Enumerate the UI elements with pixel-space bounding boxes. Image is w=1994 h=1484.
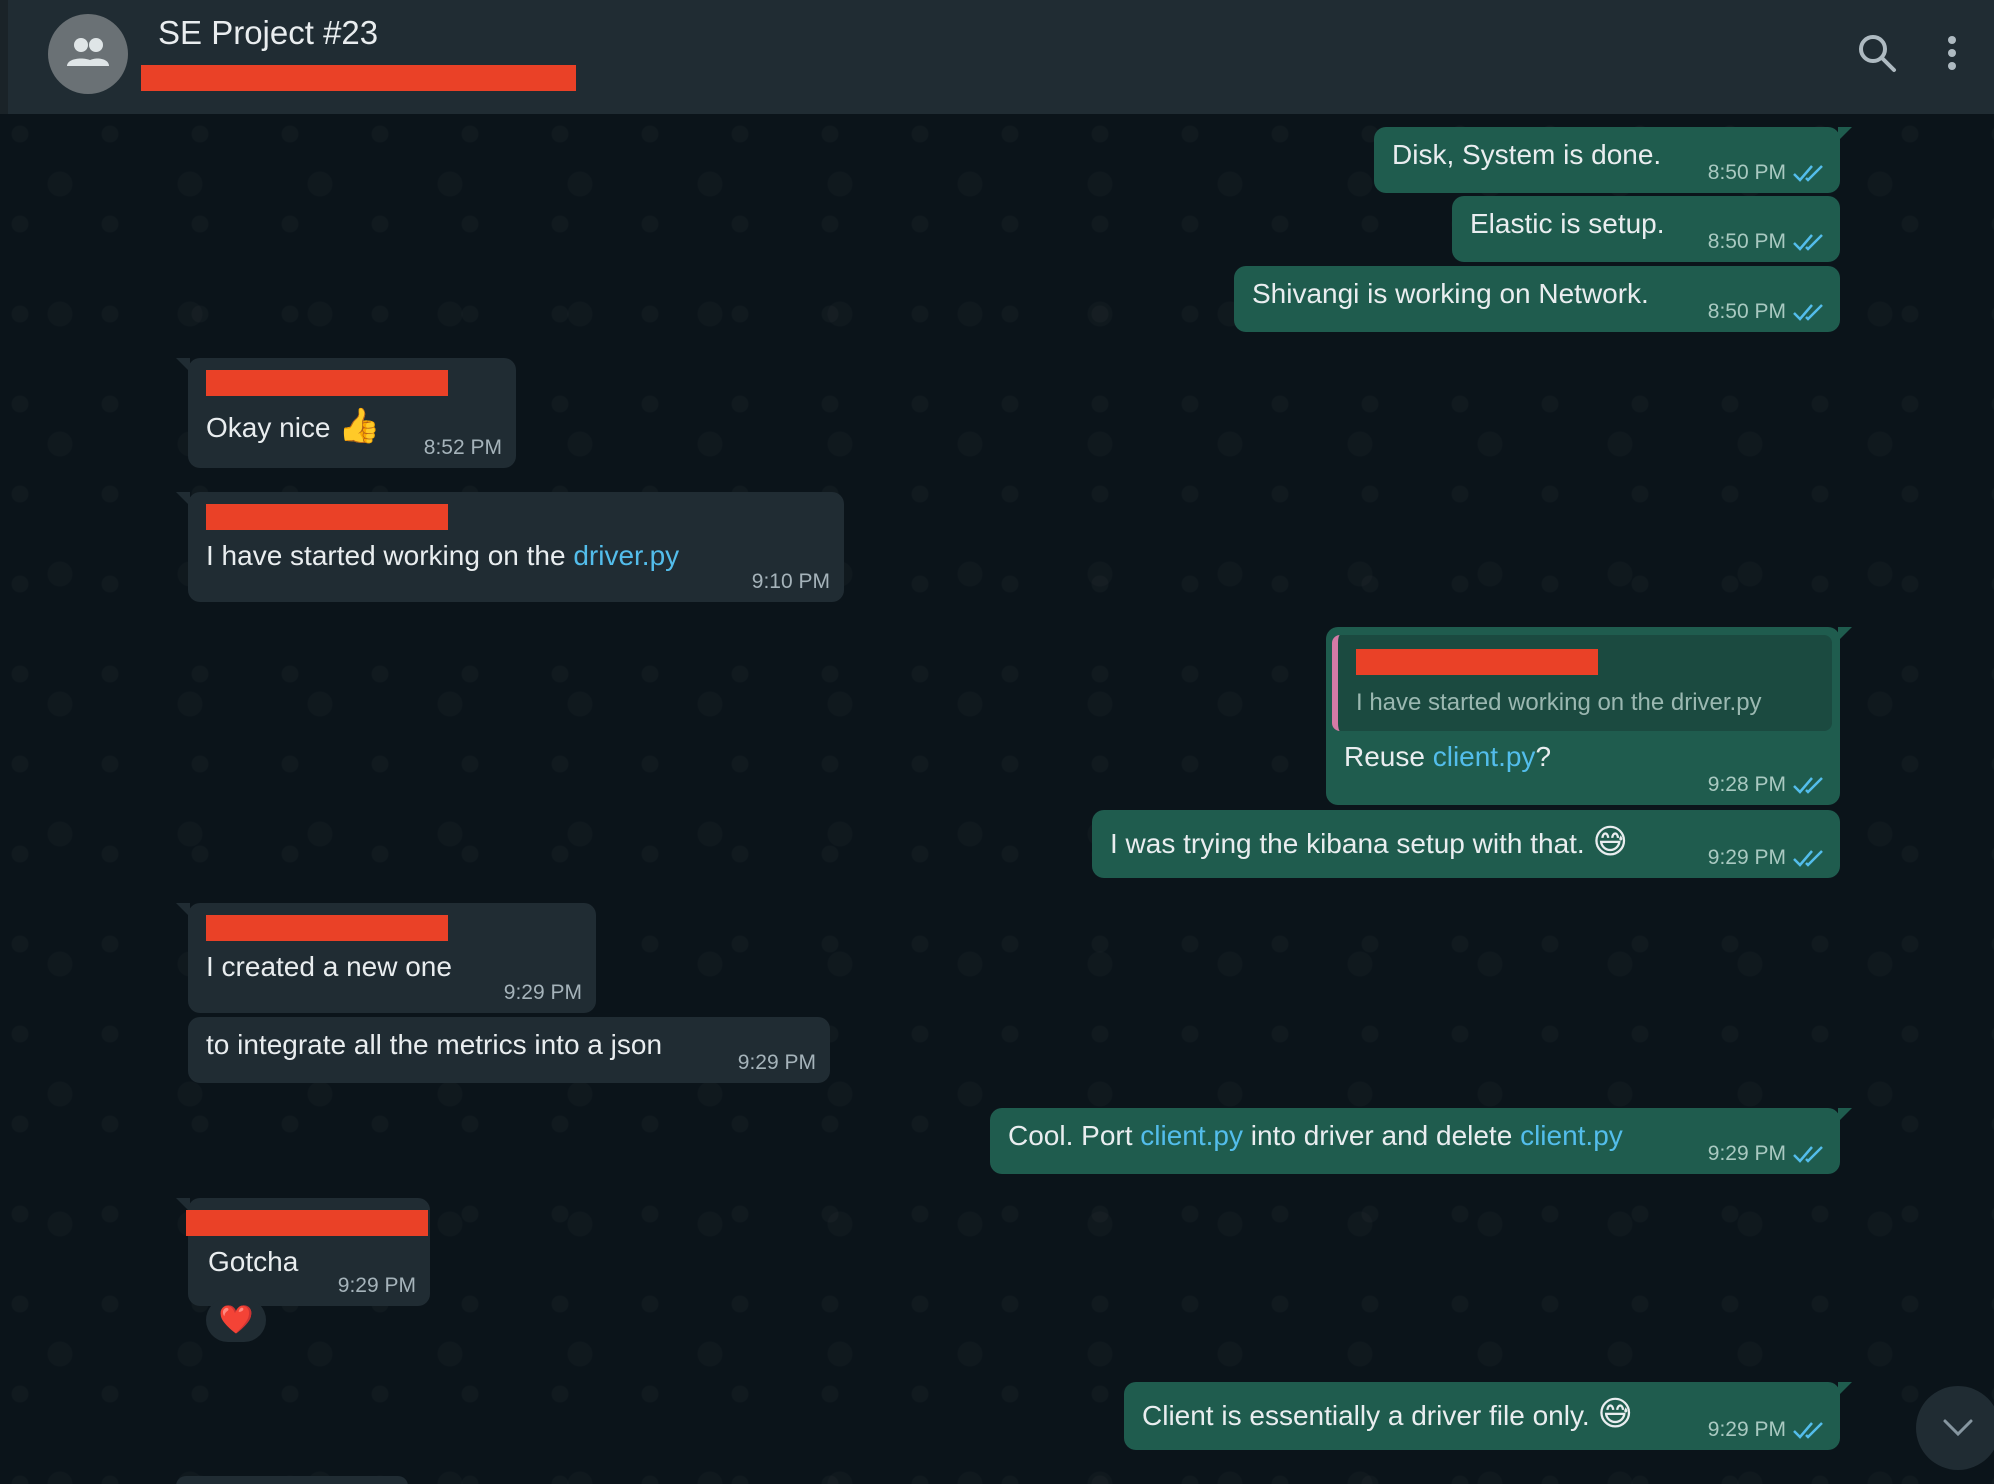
text-segment: I have started working on the (206, 540, 574, 571)
message-text: Cool. Port client.py into driver and del… (1008, 1120, 1623, 1152)
heart-reaction[interactable]: ❤️ (206, 1298, 266, 1342)
bubble-tail (1838, 627, 1852, 641)
message-text: I was trying the kibana setup with that. (1110, 828, 1585, 859)
message-time: 9:29 PM (337, 1274, 416, 1297)
message-text: Okay nice (206, 412, 331, 443)
message-time: 9:29 PM (1707, 846, 1786, 869)
scroll-to-bottom-button[interactable] (1916, 1386, 1994, 1470)
message-outgoing[interactable]: Shivangi is working on Network. 8:50 PM (1234, 266, 1840, 332)
bubble-tail (1838, 127, 1852, 141)
bubble-tail (1838, 1108, 1852, 1122)
search-icon (1859, 35, 1896, 72)
message-meta: 8:52 PM (424, 436, 502, 460)
message-text: Disk, System is done. (1392, 139, 1662, 170)
redacted-sender-name (206, 370, 448, 396)
double-check-icon (1793, 850, 1823, 867)
message-meta: 9:29 PM (1708, 1142, 1826, 1166)
message-outgoing[interactable]: Elastic is setup. 8:50 PM (1452, 196, 1840, 262)
redacted-sender-name (186, 1210, 428, 1236)
file-link[interactable]: client.py (1140, 1120, 1243, 1151)
message-text: Elastic is setup. (1470, 208, 1665, 239)
message-time: 9:29 PM (1707, 1418, 1786, 1441)
message-text: Client is essentially a driver file only… (1142, 1400, 1590, 1431)
message-text: I have started working on the driver.py (206, 540, 679, 572)
message-time: 9:29 PM (1707, 1142, 1786, 1165)
message-incoming[interactable]: to integrate all the metrics into a json… (188, 1017, 830, 1083)
redacted-participants (141, 65, 576, 91)
message-meta: 9:28 PM (1708, 773, 1826, 797)
message-meta: 9:29 PM (1708, 846, 1826, 870)
message-outgoing-reply[interactable]: I have started working on the driver.py … (1326, 627, 1840, 805)
message-text: Reuse client.py? (1332, 741, 1551, 773)
message-meta: 9:10 PM (752, 570, 830, 594)
message-outgoing[interactable]: I was trying the kibana setup with that.… (1092, 810, 1840, 878)
double-check-icon (1793, 234, 1823, 251)
redacted-sender-name (206, 504, 448, 530)
thumbs-up-emoji: 👍 (338, 407, 381, 445)
grinning-sweat-emoji: 😅 (1592, 823, 1628, 861)
chevron-down-icon (1943, 1419, 1973, 1437)
message-meta: 8:50 PM (1708, 230, 1826, 254)
message-incoming[interactable]: I created a new one 9:29 PM (188, 903, 596, 1013)
grinning-sweat-emoji: 😅 (1597, 1395, 1633, 1433)
chat-header: SE Project #23 (0, 0, 1994, 114)
double-check-icon (1793, 165, 1823, 182)
message-time: 9:29 PM (503, 981, 582, 1004)
text-segment: Reuse (1344, 741, 1433, 772)
message-time: 8:52 PM (423, 436, 502, 459)
message-meta: 9:29 PM (504, 981, 582, 1005)
message-meta: 8:50 PM (1708, 161, 1826, 185)
more-options-icon (1948, 36, 1956, 70)
message-outgoing[interactable]: Cool. Port client.py into driver and del… (990, 1108, 1840, 1174)
message-meta: 8:50 PM (1708, 300, 1826, 324)
text-segment: Cool. Port (1008, 1120, 1141, 1151)
text-segment: into driver and delete (1243, 1120, 1521, 1151)
chat-title[interactable]: SE Project #23 (158, 14, 378, 52)
message-text: to integrate all the metrics into a json (206, 1029, 663, 1060)
message-incoming[interactable]: Okay nice 👍 8:52 PM (188, 358, 516, 468)
message-meta: 9:29 PM (1708, 1418, 1826, 1442)
message-incoming[interactable]: Gotcha 9:29 PM (186, 1198, 430, 1306)
quoted-text: I have started working on the driver.py (1356, 689, 1762, 716)
message-text: Shivangi is working on Network. (1252, 278, 1649, 309)
message-outgoing[interactable]: Client is essentially a driver file only… (1124, 1382, 1840, 1450)
double-check-icon (1793, 777, 1823, 794)
message-time: 8:50 PM (1707, 230, 1786, 253)
message-incoming-partial[interactable] (176, 1476, 408, 1484)
message-time: 8:50 PM (1707, 161, 1786, 184)
search-button[interactable] (1856, 32, 1900, 81)
message-time: 9:10 PM (751, 570, 830, 593)
message-meta: 9:29 PM (738, 1051, 816, 1075)
text-segment: ? (1535, 741, 1552, 772)
message-time: 9:28 PM (1707, 773, 1786, 796)
double-check-icon (1793, 1146, 1823, 1163)
message-outgoing[interactable]: Disk, System is done. 8:50 PM (1374, 127, 1840, 193)
group-avatar[interactable] (48, 14, 128, 94)
quoted-message[interactable]: I have started working on the driver.py (1332, 635, 1832, 731)
message-text: I created a new one (206, 951, 452, 982)
redacted-sender-name (206, 915, 448, 941)
message-meta: 9:29 PM (338, 1274, 416, 1298)
message-text: Gotcha (208, 1246, 299, 1277)
group-avatar-icon (67, 38, 109, 66)
double-check-icon (1793, 304, 1823, 321)
file-link[interactable]: driver.py (573, 540, 679, 571)
double-check-icon (1793, 1422, 1823, 1439)
message-time: 8:50 PM (1707, 300, 1786, 323)
file-link[interactable]: client.py (1433, 741, 1536, 772)
bubble-tail (1838, 1382, 1852, 1396)
message-time: 9:29 PM (737, 1051, 816, 1074)
redacted-sender-name (1356, 649, 1598, 675)
file-link[interactable]: client.py (1520, 1120, 1623, 1151)
menu-button[interactable] (1942, 32, 1962, 81)
message-incoming[interactable]: I have started working on the driver.py … (188, 492, 844, 602)
